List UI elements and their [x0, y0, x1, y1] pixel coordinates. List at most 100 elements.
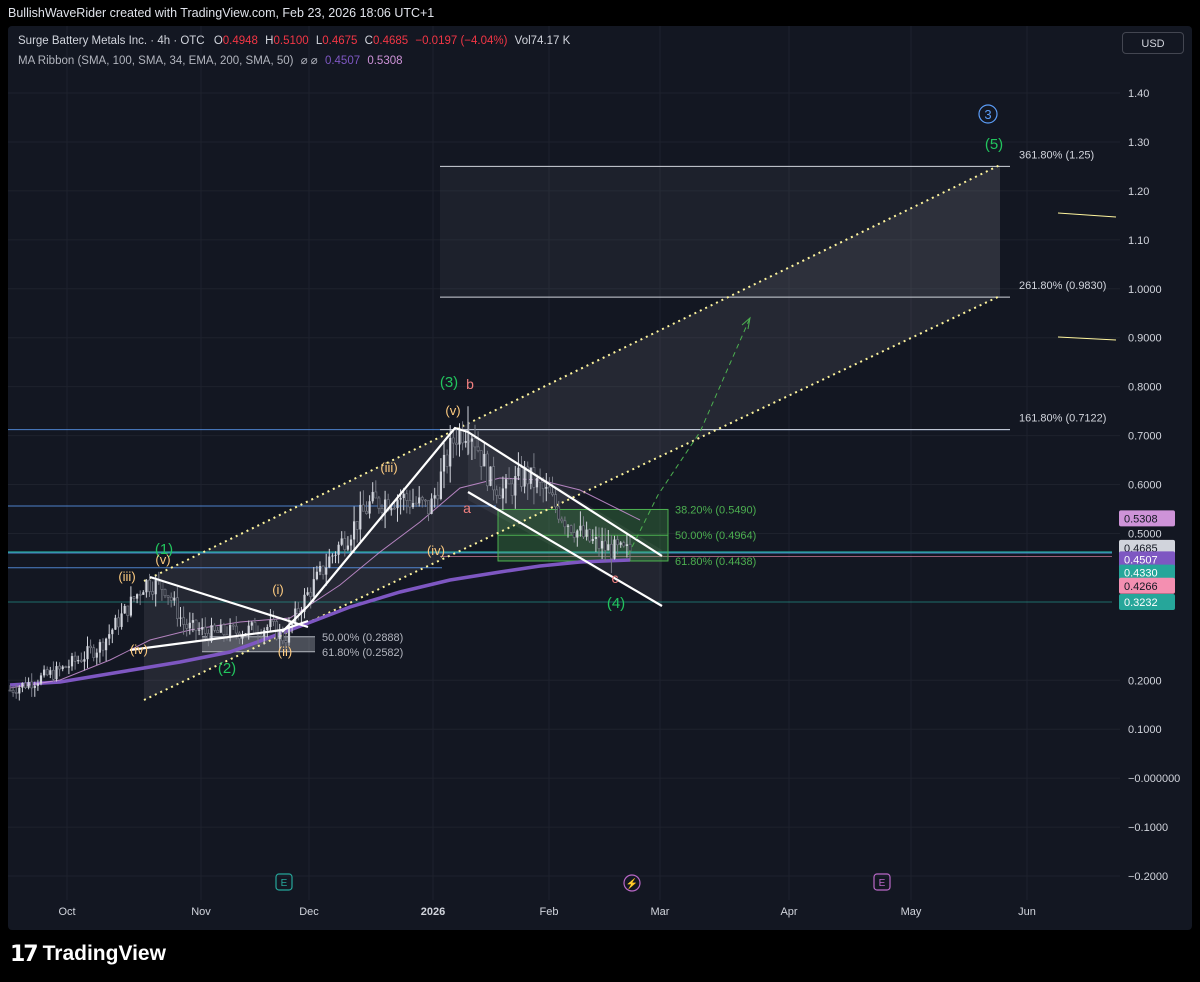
y-tick-label: 1.40 — [1128, 88, 1149, 100]
candle-body — [45, 669, 49, 676]
y-tick-label: 0.8000 — [1128, 382, 1162, 394]
candle-body — [70, 656, 74, 667]
candle-body — [501, 488, 504, 499]
candle-body — [151, 591, 155, 595]
wave-label-i: (i) — [272, 582, 284, 597]
y-tick-label: 1.20 — [1128, 186, 1149, 198]
candle-body — [166, 595, 170, 598]
candle-body — [377, 497, 381, 509]
candle-body — [607, 544, 610, 551]
candle-body — [229, 625, 232, 638]
candle-body — [14, 692, 18, 694]
candle-body — [67, 666, 70, 668]
wave-label-early-iii: (iii) — [118, 569, 135, 584]
price-tag: 0.4266 — [1124, 581, 1158, 593]
candle-body — [504, 479, 508, 489]
candle-body — [129, 596, 132, 616]
candle-body — [51, 669, 55, 680]
candle-body — [517, 467, 520, 477]
candle-body — [458, 429, 461, 445]
ma-ribbon-name: MA Ribbon (SMA, 100, SMA, 34, EMA, 200, … — [18, 55, 294, 67]
candle-body — [253, 622, 257, 635]
candle-body — [361, 504, 365, 512]
candle-body — [213, 624, 217, 631]
candle-body — [83, 659, 86, 662]
fib-extension-label: 361.80% (1.25) — [1019, 149, 1094, 161]
target-mark — [1057, 212, 1117, 218]
candle-body — [371, 491, 374, 502]
y-tick-label: 0.1000 — [1128, 724, 1162, 736]
x-tick-label: Jun — [1018, 906, 1036, 918]
candle-body — [111, 629, 114, 635]
candle-body — [433, 495, 436, 499]
candle-body — [380, 508, 384, 513]
candle-body — [541, 481, 545, 489]
ma-ribbon-legend[interactable]: MA Ribbon (SMA, 100, SMA, 34, EMA, 200, … — [18, 53, 403, 67]
candle-body — [198, 629, 201, 631]
candle-body — [340, 538, 343, 545]
symbol-name[interactable]: Surge Battery Metals Inc. · 4h · OTC — [18, 35, 205, 47]
candle-body — [625, 544, 628, 546]
candle-body — [520, 467, 523, 487]
low-value: 0.4675 — [322, 35, 358, 47]
currency-button[interactable]: USD — [1122, 32, 1184, 54]
wave-label-iv: (iv) — [427, 543, 445, 558]
x-tick-label: Oct — [58, 906, 75, 918]
x-tick-label: Mar — [651, 906, 670, 918]
small-retrace-label: 61.80% (0.2582) — [322, 647, 403, 659]
candle-body — [495, 489, 499, 496]
y-tick-label: 1.10 — [1128, 235, 1149, 247]
candle-body — [436, 494, 440, 500]
candle-body — [222, 624, 226, 635]
candle-body — [427, 500, 430, 515]
candle-body — [485, 453, 489, 487]
candle-body — [479, 450, 483, 467]
x-tick-label: Nov — [191, 906, 211, 918]
price-tag: 0.3232 — [1124, 597, 1158, 609]
candle-body — [105, 638, 108, 651]
candle-body — [554, 494, 558, 508]
candle-body — [547, 486, 551, 494]
candle-body — [353, 521, 356, 540]
candle-body — [622, 542, 626, 547]
candle-body — [188, 622, 191, 629]
wave-label-early-iv: (iv) — [130, 642, 148, 657]
candle-body — [408, 500, 412, 508]
y-tick-label: 1.0000 — [1128, 284, 1162, 296]
wave-label-a: a — [463, 500, 471, 516]
candle-body — [272, 619, 275, 622]
wave-label-v: (v) — [445, 403, 460, 418]
fib-extension-label: 261.80% (0.9830) — [1019, 280, 1106, 292]
candle-body — [619, 542, 622, 545]
candle-body — [572, 532, 576, 538]
candle-body — [114, 617, 117, 630]
candle-body — [136, 594, 139, 599]
candle-body — [334, 554, 337, 556]
candle-body — [154, 580, 157, 595]
candle-body — [392, 507, 396, 510]
candle-body — [609, 543, 613, 560]
footer — [0, 930, 1200, 982]
candle-body — [579, 525, 582, 531]
candle-body — [451, 437, 455, 444]
candle-body — [535, 478, 539, 488]
candle-body — [182, 617, 186, 625]
earnings-future-icon: E — [879, 878, 886, 889]
chart-svg[interactable]: 361.80% (1.25) 261.80% (0.9830) 161.80% (0… — [0, 0, 1200, 930]
candle-body — [126, 605, 130, 616]
candle-body — [73, 655, 77, 662]
candle-body — [138, 593, 142, 596]
candle-body — [532, 467, 536, 488]
candle-body — [423, 499, 427, 502]
candle-body — [266, 626, 269, 631]
candle-body — [349, 539, 353, 546]
candle-body — [566, 525, 570, 527]
candle-body — [98, 642, 101, 653]
price-tag: 0.4330 — [1124, 568, 1158, 580]
candle-body — [173, 597, 176, 601]
candle-body — [359, 504, 362, 530]
candle-body — [30, 681, 34, 689]
candle-body — [163, 589, 167, 597]
wave-label-early-v: (v) — [155, 552, 170, 567]
candle-body — [594, 537, 597, 539]
